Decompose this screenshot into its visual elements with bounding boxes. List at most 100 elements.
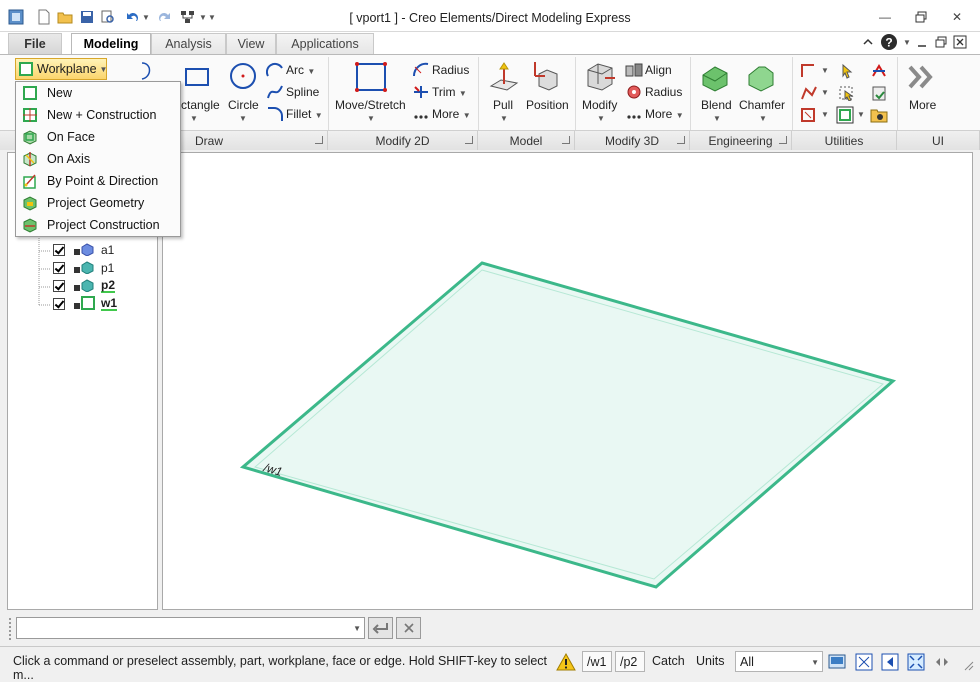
blend-icon[interactable] <box>700 61 730 93</box>
radius-3d-label[interactable]: Radius <box>645 85 682 99</box>
customize-toolbar-icon[interactable]: ▼ <box>207 9 217 25</box>
viewport-canvas[interactable]: /w1 <box>163 153 974 611</box>
command-input[interactable]: ▼ <box>16 617 365 639</box>
menu-item-by-point-direction[interactable]: By Point & Direction <box>17 170 179 192</box>
fillet-label[interactable]: Fillet ▼ <box>286 107 323 121</box>
position-icon[interactable] <box>531 60 563 94</box>
print-preview-icon[interactable] <box>100 9 116 25</box>
pull-dropdown-icon[interactable]: ▼ <box>500 114 508 123</box>
pull-label[interactable]: Pull <box>493 98 513 112</box>
chamfer-label[interactable]: Chamfer <box>739 98 785 112</box>
tab-modeling[interactable]: Modeling <box>71 33 151 55</box>
radius-3d-icon[interactable] <box>625 84 643 100</box>
modify-icon[interactable] <box>585 60 617 94</box>
restore-button[interactable] <box>912 9 930 25</box>
circle-label[interactable]: Circle <box>228 98 259 112</box>
warning-icon[interactable] <box>556 652 576 671</box>
tree-item-w1[interactable]: w1 <box>53 295 118 312</box>
blend-dropdown-icon[interactable]: ▼ <box>713 114 721 123</box>
menu-item-new-construction[interactable]: New + Construction <box>17 104 179 126</box>
more-ui-label[interactable]: More <box>909 98 936 112</box>
help-dropdown-icon[interactable]: ▼ <box>903 38 911 47</box>
enter-command-button[interactable] <box>368 617 393 639</box>
move-stretch-dropdown-icon[interactable]: ▼ <box>367 114 375 123</box>
tab-applications[interactable]: Applications <box>276 33 374 54</box>
select-arrow-icon[interactable] <box>838 63 856 79</box>
engineering-launcher-icon[interactable] <box>779 136 787 144</box>
open-folder-icon[interactable] <box>57 9 73 25</box>
visibility-checkbox[interactable] <box>53 298 65 310</box>
measure-icon[interactable] <box>800 63 818 79</box>
draw-launcher-icon[interactable] <box>315 136 323 144</box>
active-workplane-field[interactable]: /w1 <box>582 651 612 672</box>
zoom-all-icon[interactable] <box>907 653 925 671</box>
resize-grip-icon[interactable] <box>962 659 974 671</box>
cancel-command-button[interactable] <box>396 617 421 639</box>
viewport-restore-icon[interactable] <box>934 35 948 49</box>
radius-2d-icon[interactable] <box>412 62 430 78</box>
menu-item-project-geometry[interactable]: Project Geometry <box>17 192 179 214</box>
model-launcher-icon[interactable] <box>562 136 570 144</box>
axis-icon[interactable] <box>870 63 888 79</box>
help-icon[interactable]: ? <box>880 33 898 51</box>
chamfer-dropdown-icon[interactable]: ▼ <box>759 114 767 123</box>
grip-handle[interactable] <box>9 618 11 640</box>
tab-view[interactable]: View <box>226 33 276 54</box>
modify2d-launcher-icon[interactable] <box>465 136 473 144</box>
minimize-button[interactable]: — <box>876 9 894 25</box>
move-stretch-icon[interactable] <box>354 61 388 93</box>
new-file-icon[interactable] <box>36 9 52 25</box>
app-icon[interactable] <box>8 9 24 25</box>
rectangle-label[interactable]: ctangle <box>181 98 220 112</box>
sketch-dropdown-icon[interactable]: ▼ <box>821 88 829 97</box>
workplane-w1-shape[interactable] <box>239 261 897 589</box>
position-label[interactable]: Position <box>526 98 569 112</box>
viewport-minimize-icon[interactable] <box>916 36 928 48</box>
workplane-button[interactable]: Workplane ▼ <box>15 58 107 80</box>
rectangle-icon[interactable] <box>183 63 211 91</box>
tab-analysis[interactable]: Analysis <box>151 33 226 54</box>
fit-view-icon[interactable] <box>855 653 873 671</box>
pull-icon[interactable] <box>489 60 519 94</box>
tree-item-p1[interactable]: p1 <box>53 260 114 276</box>
units-button[interactable]: Units <box>692 651 732 672</box>
tree-item-a1[interactable]: a1 <box>53 242 114 258</box>
active-part-field[interactable]: /p2 <box>615 651 645 672</box>
blend-label[interactable]: Blend <box>701 98 732 112</box>
trim-icon[interactable] <box>412 84 430 100</box>
redo-icon[interactable] <box>157 9 173 25</box>
measure-dropdown-icon[interactable]: ▼ <box>821 66 829 75</box>
menu-item-project-construction[interactable]: Project Construction <box>17 214 179 236</box>
more-2d-label[interactable]: More ▼ <box>432 107 471 121</box>
workplane-set-dropdown-icon[interactable]: ▼ <box>857 110 865 119</box>
folder-icon[interactable] <box>870 107 888 123</box>
catch-button[interactable]: Catch <box>648 651 688 672</box>
clipboard-icon[interactable] <box>870 85 888 101</box>
rectangle-dropdown-icon[interactable]: ▼ <box>190 114 198 123</box>
more-ui-icon[interactable] <box>907 63 939 91</box>
move-stretch-label[interactable]: Move/Stretch <box>335 98 406 112</box>
spline-label[interactable]: Spline <box>286 85 319 99</box>
tab-file[interactable]: File <box>8 33 62 54</box>
tree-item-p2[interactable]: p2 <box>53 278 116 294</box>
modify3d-launcher-icon[interactable] <box>677 136 685 144</box>
arc-icon[interactable] <box>265 62 284 78</box>
pan-icon[interactable] <box>933 653 951 671</box>
circle-dropdown-icon[interactable]: ▼ <box>239 114 247 123</box>
visibility-checkbox[interactable] <box>53 262 65 274</box>
command-history-dropdown-icon[interactable]: ▼ <box>353 624 361 633</box>
selection-filter-select[interactable]: All ▼ <box>735 651 823 672</box>
undo-icon[interactable] <box>124 9 140 25</box>
viewport-close-icon[interactable] <box>953 35 967 49</box>
filter-dropdown-icon[interactable]: ▼ <box>811 658 819 667</box>
more-3d-icon[interactable] <box>625 106 643 122</box>
save-icon[interactable] <box>79 9 95 25</box>
viewport-3d[interactable]: /w1 <box>162 152 973 610</box>
more-3d-label[interactable]: More ▼ <box>645 107 684 121</box>
align-label[interactable]: Align <box>645 63 672 77</box>
menu-item-on-axis[interactable]: On Axis <box>17 148 179 170</box>
visibility-checkbox[interactable] <box>53 280 65 292</box>
collapse-ribbon-icon[interactable] <box>861 35 875 49</box>
pick-icon[interactable] <box>838 85 856 102</box>
more-2d-icon[interactable] <box>412 106 430 122</box>
